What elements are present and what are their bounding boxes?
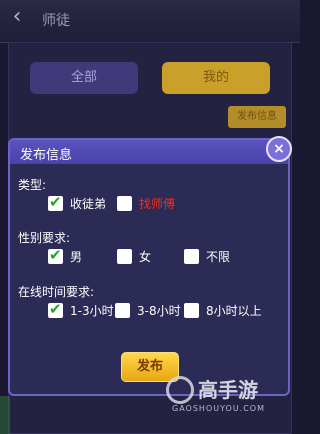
option-label: 8小时以上 bbox=[206, 304, 262, 318]
gender-label: 性别要求: bbox=[18, 231, 71, 245]
watermark-text: 高手游 bbox=[198, 378, 258, 402]
checkbox-checked[interactable]: ✔ bbox=[48, 300, 63, 318]
checkmark-icon: ✔ bbox=[49, 246, 62, 264]
option-label: 找师傅 bbox=[139, 197, 176, 211]
dialog-header: 发布信息 bbox=[10, 140, 288, 164]
checkbox-unchecked[interactable] bbox=[117, 196, 132, 211]
checkbox-checked[interactable]: ✔ bbox=[48, 246, 63, 264]
watermark-logo-icon bbox=[166, 376, 194, 404]
option-label: 女 bbox=[139, 250, 152, 264]
checkbox-checked[interactable]: ✔ bbox=[48, 193, 63, 211]
close-icon[interactable]: × bbox=[266, 136, 292, 162]
option-label: 1-3小时 bbox=[70, 304, 114, 318]
page-title: 师徒 bbox=[42, 13, 70, 29]
background-decoration bbox=[0, 396, 10, 434]
tab-mine[interactable]: 我的 bbox=[162, 62, 270, 94]
checkbox-unchecked[interactable] bbox=[117, 249, 132, 264]
option-label: 男 bbox=[70, 250, 83, 264]
checkbox-unchecked[interactable] bbox=[184, 249, 199, 264]
online-time-label: 在线时间要求: bbox=[18, 285, 95, 299]
watermark-subtext: GAOSHOUYOU.COM bbox=[172, 404, 266, 413]
back-arrow-icon[interactable]: ‹ bbox=[6, 6, 28, 28]
option-label: 不限 bbox=[206, 250, 231, 264]
option-label: 3-8小时 bbox=[137, 304, 181, 318]
publish-button[interactable]: 发布 bbox=[121, 352, 179, 382]
tab-all[interactable]: 全部 bbox=[30, 62, 138, 94]
checkmark-icon: ✔ bbox=[49, 193, 62, 211]
type-label: 类型: bbox=[18, 178, 47, 192]
publish-info-button[interactable]: 发布信息 bbox=[228, 106, 286, 128]
dialog-title: 发布信息 bbox=[20, 148, 73, 163]
checkmark-icon: ✔ bbox=[49, 300, 62, 318]
option-label: 收徒弟 bbox=[70, 197, 107, 211]
checkbox-unchecked[interactable] bbox=[115, 303, 130, 318]
checkbox-unchecked[interactable] bbox=[184, 303, 199, 318]
